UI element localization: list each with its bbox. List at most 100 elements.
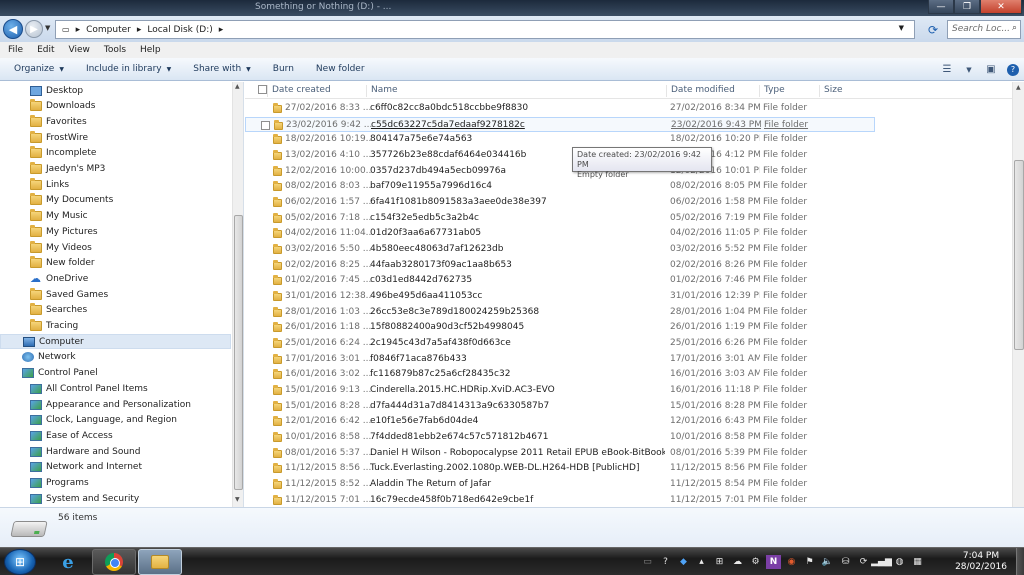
table-row[interactable]: 11/12/2015 7:01 ... 16c79ecde458f0b718ed6…: [245, 493, 885, 507]
table-row[interactable]: 11/12/2015 8:52 ... Aladdin The Return of…: [245, 477, 885, 492]
table-row[interactable]: 06/02/2016 1:57 ... 6fa41f1081b8091583a3a…: [245, 195, 885, 210]
tray-windows-icon[interactable]: ⊞: [712, 555, 727, 569]
table-row[interactable]: 02/02/2016 8:25 ... 44faab3280173f09ac1aa…: [245, 258, 885, 273]
table-row[interactable]: 10/01/2016 8:58 ... 7f4dded81ebb2e674c57c…: [245, 430, 885, 445]
table-row[interactable]: 26/01/2016 1:18 ... 15f80882400a90d3cf52b…: [245, 320, 885, 335]
table-row[interactable]: 25/01/2016 6:24 ... 2c1945c43d7a5af438f0d…: [245, 336, 885, 351]
sidebar-item[interactable]: My Pictures: [0, 224, 231, 239]
close-button[interactable]: ✕: [980, 0, 1022, 14]
taskbar-clock[interactable]: 7:04 PM 28/02/2016: [950, 551, 1012, 573]
burn-button[interactable]: Burn: [273, 64, 294, 74]
tray-security-icon[interactable]: ◆: [676, 555, 691, 569]
scroll-up-icon[interactable]: ▲: [1016, 84, 1021, 91]
tray-help-icon[interactable]: ?: [658, 555, 673, 569]
sidebar-item[interactable]: Favorites: [0, 114, 231, 129]
sidebar-item[interactable]: Ease of Access: [0, 428, 231, 443]
sidebar-item[interactable]: Downloads: [0, 99, 231, 114]
list-scroll-thumb[interactable]: [1014, 160, 1024, 350]
new-folder-button[interactable]: New folder: [316, 64, 365, 74]
table-row[interactable]: 05/02/2016 7:18 ... c154f32e5edb5c3a2b4c 0…: [245, 211, 885, 226]
sidebar-item[interactable]: FrostWire: [0, 130, 231, 145]
table-row[interactable]: 27/02/2016 8:33 ... c6ff0c82cc8a0bdc518cc…: [245, 101, 885, 116]
sidebar-item[interactable]: Network: [0, 350, 231, 365]
show-desktop-button[interactable]: [1016, 548, 1024, 575]
sidebar-item[interactable]: All Control Panel Items: [0, 381, 231, 396]
tray-action-center-icon[interactable]: ⚑: [802, 555, 817, 569]
table-row[interactable]: 03/02/2016 5:50 ... 4b580eec48063d7af1262…: [245, 242, 885, 257]
table-row[interactable]: 12/02/2016 10:00... 0357d237db494a5ecb099…: [245, 164, 885, 179]
tray-expand-icon[interactable]: ▴: [694, 555, 709, 569]
sidebar-item[interactable]: Incomplete: [0, 146, 231, 161]
table-row[interactable]: 17/01/2016 3:01 ... f0846f71aca876b433 17/…: [245, 352, 885, 367]
include-in-library-button[interactable]: Include in library ▼: [86, 64, 171, 74]
preview-pane-button[interactable]: ▣: [980, 61, 1002, 79]
sidebar-item[interactable]: My Videos: [0, 240, 231, 255]
sidebar-item[interactable]: Programs: [0, 476, 231, 491]
forward-button[interactable]: ▶: [25, 20, 43, 38]
table-row[interactable]: 01/02/2016 7:45 ... c03d1ed8442d762735 01/…: [245, 273, 885, 288]
table-row[interactable]: 11/12/2015 8:56 ... Tuck.Everlasting.2002…: [245, 461, 885, 476]
table-row[interactable]: 31/01/2016 12:38... 496be495d6aa411053cc 3…: [245, 289, 885, 304]
search-input[interactable]: Search Loc... ⌕: [947, 20, 1021, 39]
sidebar-item[interactable]: Desktop: [0, 83, 231, 98]
sidebar-item[interactable]: System and Security: [0, 491, 231, 506]
sidebar-item[interactable]: Hardware and Sound: [0, 444, 231, 459]
tray-app-icon[interactable]: ▭: [640, 555, 655, 569]
tray-onenote-icon[interactable]: N: [766, 555, 781, 569]
menu-file[interactable]: File: [8, 45, 23, 55]
scroll-up-icon[interactable]: ▲: [235, 83, 240, 90]
sidebar-item[interactable]: Links: [0, 177, 231, 192]
tray-cloud-icon[interactable]: ☁: [730, 555, 745, 569]
sidebar-item[interactable]: Clock, Language, and Region: [0, 413, 231, 428]
table-row[interactable]: 15/01/2016 9:13 ... Cinderella.2015.HC.HD…: [245, 383, 885, 398]
table-row[interactable]: 12/01/2016 6:42 ... e10f1e56e7fab6d04de4 1…: [245, 414, 885, 429]
back-button[interactable]: ◀: [3, 19, 23, 39]
sidebar-item[interactable]: My Documents: [0, 193, 231, 208]
tray-volume-icon[interactable]: 🔈: [820, 555, 835, 569]
col-date-created[interactable]: Date created: [267, 85, 367, 97]
sidebar-item[interactable]: My Music: [0, 209, 231, 224]
list-scrollbar[interactable]: ▲: [1012, 82, 1024, 507]
table-row[interactable]: 28/01/2016 1:03 ... 26cc53e8c3e789d180024…: [245, 305, 885, 320]
maximize-button[interactable]: ❐: [954, 0, 980, 14]
tray-network-drive-icon[interactable]: ⛁: [838, 555, 853, 569]
tray-network-icon[interactable]: ▦: [910, 555, 925, 569]
help-button[interactable]: ?: [1002, 61, 1024, 79]
taskbar-internet-explorer[interactable]: e: [46, 549, 90, 575]
share-with-button[interactable]: Share with ▼: [193, 64, 251, 74]
sidebar-item[interactable]: Computer: [0, 334, 231, 350]
sidebar-item[interactable]: Control Panel: [0, 366, 231, 381]
sidebar-item[interactable]: ☁ OneDrive: [0, 271, 231, 286]
table-row[interactable]: 23/02/2016 9:42 ... c55dc63227c5da7edaaf9…: [245, 116, 875, 132]
breadcrumb-separator-icon[interactable]: ▸: [76, 25, 81, 35]
change-view-button[interactable]: ☰: [936, 61, 958, 79]
sidebar-item[interactable]: New folder: [0, 256, 231, 271]
view-options-dropdown[interactable]: ▼: [958, 61, 980, 79]
col-size[interactable]: Size: [819, 85, 879, 97]
minimize-button[interactable]: —: [928, 0, 954, 14]
sidebar-item[interactable]: Saved Games: [0, 287, 231, 302]
start-button[interactable]: ⊞: [4, 549, 36, 575]
table-row[interactable]: 16/01/2016 3:02 ... fc116879b87c25a6cf284…: [245, 367, 885, 382]
menu-edit[interactable]: Edit: [37, 45, 54, 55]
tray-sync-icon[interactable]: ⟳: [856, 555, 871, 569]
table-row[interactable]: 18/02/2016 10:19... 804147a75e6e74a563 18/…: [245, 132, 885, 147]
sidebar-item[interactable]: Searches: [0, 303, 231, 318]
sidebar-item[interactable]: Network and Internet: [0, 460, 231, 475]
table-row[interactable]: 08/02/2016 8:03 ... baf709e11955a7996d16c…: [245, 179, 885, 194]
breadcrumb-computer[interactable]: Computer: [86, 25, 131, 35]
nav-scroll-thumb[interactable]: [234, 215, 243, 490]
tray-globe-icon[interactable]: ◍: [892, 555, 907, 569]
address-dropdown-icon[interactable]: ▼: [899, 24, 904, 32]
refresh-button[interactable]: ⟳: [922, 20, 944, 39]
tray-gear-icon[interactable]: ⚙: [748, 555, 763, 569]
tray-security-center-icon[interactable]: ◉: [784, 555, 799, 569]
sidebar-item[interactable]: Appearance and Personalization: [0, 397, 231, 412]
table-row[interactable]: 04/02/2016 11:04... 01d20f3aa6a67731ab05 0…: [245, 226, 885, 241]
sidebar-item[interactable]: Tracing: [0, 319, 231, 334]
taskbar-chrome[interactable]: [92, 549, 136, 575]
row-checkbox[interactable]: [261, 120, 270, 130]
taskbar-windows-explorer[interactable]: [138, 549, 182, 575]
organize-button[interactable]: Organize ▼: [14, 64, 64, 74]
recent-pages-dropdown[interactable]: ▼: [45, 24, 50, 32]
